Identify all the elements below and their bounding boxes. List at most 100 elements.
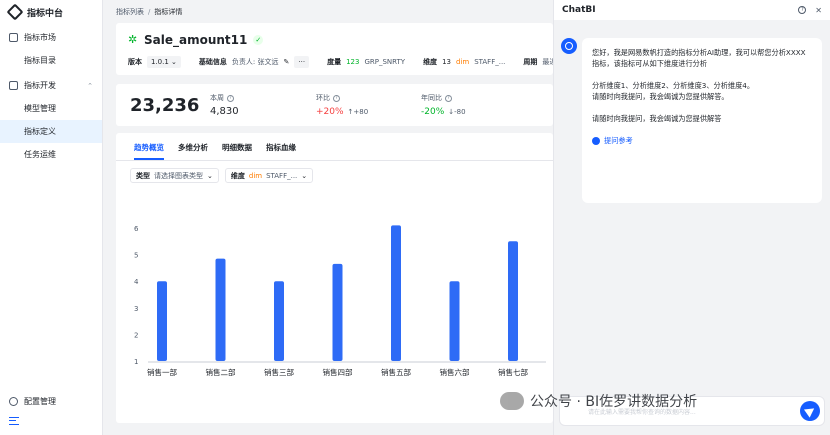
help-icon[interactable]: ? [798,6,807,14]
dimension-tag: dim [455,58,470,66]
metric-name: Sale_amount11 [144,33,248,47]
tab-multidim[interactable]: 多维分析 [178,142,208,160]
edit-icon[interactable]: ✎ [284,58,290,66]
sidebar-item-definition[interactable]: 指标定义 [0,120,102,143]
chart-type-select[interactable]: 类型 请选择图表类型 ⌄ [130,168,219,183]
wechat-icon [500,392,524,410]
brand: 指标中台 [0,0,102,24]
help-icon: ? [333,94,340,102]
bar[interactable] [274,281,284,361]
bar[interactable] [332,263,343,361]
info-icon [592,136,600,145]
x-tick-label: 销售一部 [147,367,177,377]
bar[interactable] [391,225,401,361]
metric-header-card: ✲ Sale_amount11 ✓ 版本 1.0.1 ⌄ 基础信息 负责人: 张… [116,23,572,75]
chart-card: 趋势概览 多维分析 明细数据 指标血缘 类型 请选择图表类型 ⌄ 维度 dim … [116,133,553,423]
bar[interactable] [508,241,518,361]
kpi-card: 23,236 本周? 4,830 环比? +20% ↑+80 年同比? -20% ↓… [116,84,553,126]
kpi-this-week: 本周? 4,830 [210,94,239,117]
sidebar-group-label: 指标市场 [24,33,56,42]
sidebar-group-dev[interactable]: 指标开发 ⌃ [0,74,102,97]
market-icon [9,33,18,42]
mom-delta: ↑+80 [347,108,369,116]
close-icon[interactable]: ✕ [815,6,822,15]
y-tick-label: 2 [134,331,138,339]
dimensions-text: 分析维度1、分析维度2、分析维度3、分析维度4。 [592,81,755,90]
this-week-value: 4,830 [210,106,239,117]
x-tick-label: 销售四部 [323,367,353,377]
version-select[interactable]: 1.0.1 ⌄ [147,56,181,68]
bar-chart: 1 2 3 4 5 6 销售一部 销售二部 销售三部 销售四部 销售五部 销售六部 销售七部 [134,225,546,377]
kpi-yoy: 年同比? -20% ↓-80 [421,94,466,117]
reference-link[interactable]: 提问参考 [592,135,812,146]
verified-icon: ✓ [253,35,264,45]
bar[interactable] [157,281,167,361]
dimension-count: 13 [442,58,451,66]
watermark: 公众号 · BI佐罗讲数据分析 [500,391,697,411]
measure-value: GRP_SNRTY [364,58,406,66]
tab-trend[interactable]: 趋势概览 [134,142,164,160]
sidebar-item-catalog[interactable]: 指标目录 [0,49,102,72]
period-label: 周期 [523,58,538,66]
main-content: 指标列表 / 指标详情 ✲ Sale_amount11 ✓ 版本 1.0.1 ⌄ 基… [103,0,572,435]
sidebar: 指标中台 指标市场 指标目录 指标开发 ⌃ 模型管理 指标定义 任务运维 配置管… [0,0,103,435]
tab-lineage[interactable]: 指标血缘 [266,142,296,160]
chevron-down-icon: ⌄ [171,58,177,66]
measure-label: 度量 [327,58,342,66]
x-tick-label: 销售三部 [264,367,294,377]
chat-title: ChatBI [562,5,596,15]
sidebar-item-config[interactable]: 配置管理 [0,396,56,407]
breadcrumb-list[interactable]: 指标列表 [116,8,144,16]
owner-text: 负责人: 张文远 [231,58,279,66]
invite-text-2: 请随时向我提问，我会竭诚为您提供解答 [592,114,722,123]
breadcrumb: 指标列表 / 指标详情 [116,8,183,16]
x-tick-label: 销售七部 [498,367,528,377]
breadcrumb-current: 指标详情 [154,8,183,16]
menu-collapse-icon[interactable] [9,417,19,425]
chat-panel: ChatBI ? ✕ 您好，我是网易数帆打造的指标分析AI助理，我可以帮您分析X… [553,0,830,435]
chevron-down-icon: ⌄ [301,171,308,180]
sidebar-item-models[interactable]: 模型管理 [0,97,102,120]
yoy-pct: -20% [421,107,445,117]
invite-text: 请随时向我提问，我会竭诚为您提供解答。 [592,92,729,101]
tab-detail[interactable]: 明细数据 [222,142,252,160]
x-tick-label: 销售二部 [206,367,236,377]
dimension-select[interactable]: 维度 dim STAFF_... ⌄ [224,168,314,183]
basic-info-label: 基础信息 [198,58,227,66]
kpi-total: 23,236 [130,95,200,116]
yoy-delta: ↓-80 [448,108,466,116]
kpi-mom: 环比? +20% ↑+80 [316,94,369,117]
app-title: 指标中台 [27,8,64,19]
bar[interactable] [449,281,460,361]
measure-prefix: 123 [346,58,360,66]
chevron-down-icon: ⌄ [207,171,213,180]
bot-avatar-icon [561,38,577,54]
metric-icon: ✲ [128,33,138,46]
brand-logo-icon [6,3,24,21]
y-tick-label: 3 [134,305,138,313]
x-tick-label: 销售六部 [440,367,470,377]
bar[interactable] [215,258,226,361]
y-tick-label: 4 [134,278,139,286]
send-button[interactable] [800,401,820,421]
x-tick-label: 销售五部 [381,367,411,377]
dev-icon [9,81,18,90]
dimension-value[interactable]: STAFF_... [474,58,505,66]
y-tick-label: 5 [134,252,138,260]
version-label: 版本 [128,58,142,66]
y-tick-label: 1 [134,358,138,366]
help-icon: ? [445,94,452,102]
more-button[interactable]: ··· [294,56,310,68]
gear-icon [9,397,18,406]
mom-pct: +20% [316,107,344,117]
sidebar-item-ops[interactable]: 任务运维 [0,143,102,166]
bot-message: 您好，我是网易数帆打造的指标分析AI助理，我可以帮您分析XXXX指标，该指标可从… [582,38,822,203]
metric-meta: 版本 1.0.1 ⌄ 基础信息 负责人: 张文远 ✎ ··· 度量 123 GR… [128,56,572,68]
chevron-up-icon: ⌃ [87,81,93,90]
config-label: 配置管理 [24,397,56,406]
sidebar-group-market[interactable]: 指标市场 [0,26,102,49]
dimension-label: 维度 [423,58,438,66]
y-tick-label: 6 [134,225,139,233]
greeting-text: 您好，我是网易数帆打造的指标分析AI助理，我可以帮您分析XXXX指标，该指标可从… [592,48,806,68]
chart-tabs: 趋势概览 多维分析 明细数据 指标血缘 [134,142,296,160]
